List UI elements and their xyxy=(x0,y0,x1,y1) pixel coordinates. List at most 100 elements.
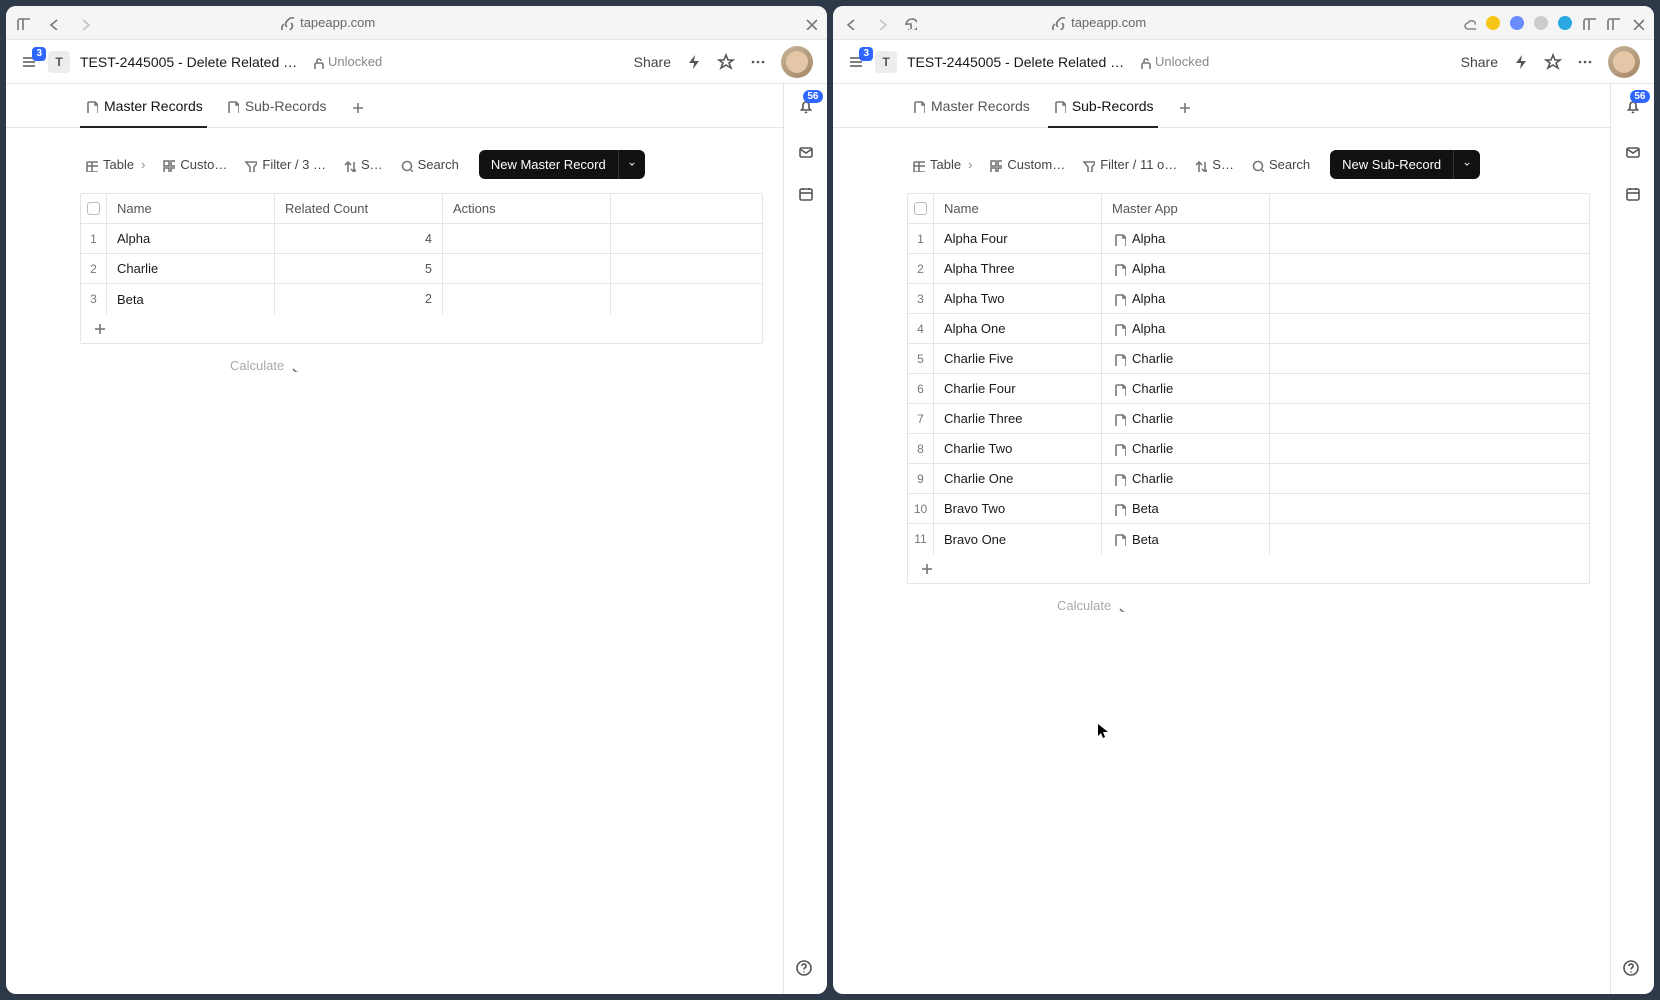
sidebar-toggle-icon[interactable] xyxy=(16,16,30,30)
col-related[interactable]: Related Count xyxy=(275,194,443,223)
notifications-button[interactable]: 56 xyxy=(1624,98,1642,119)
table-row[interactable]: 9Charlie OneCharlie xyxy=(908,464,1589,494)
cell-master[interactable]: Alpha xyxy=(1102,314,1270,343)
table-row[interactable]: 2Alpha ThreeAlpha xyxy=(908,254,1589,284)
app-icon[interactable]: T xyxy=(875,51,897,73)
new-record-dropdown[interactable] xyxy=(1453,150,1480,179)
cell-name[interactable]: Alpha Three xyxy=(934,254,1102,283)
favorite-icon[interactable] xyxy=(1544,53,1562,71)
cell-master[interactable]: Beta xyxy=(1102,524,1270,554)
tab-master-records[interactable]: Master Records xyxy=(84,84,203,127)
sort-button[interactable]: S… xyxy=(1193,157,1234,172)
table-row[interactable]: 8Charlie TwoCharlie xyxy=(908,434,1589,464)
search-button[interactable]: Search xyxy=(399,157,459,172)
tab-sub-records[interactable]: Sub-Records xyxy=(225,84,327,127)
lock-state[interactable]: Unlocked xyxy=(1137,54,1209,69)
inbox-icon[interactable] xyxy=(797,143,815,161)
table-row[interactable]: 7Charlie ThreeCharlie xyxy=(908,404,1589,434)
table-row[interactable]: 2Charlie5 xyxy=(81,254,762,284)
table-row[interactable]: 1Alpha FourAlpha xyxy=(908,224,1589,254)
filter-button[interactable]: Filter / 3 … xyxy=(243,157,326,172)
back-icon[interactable] xyxy=(843,16,857,30)
automations-icon[interactable] xyxy=(1512,53,1530,71)
cell-related[interactable]: 2 xyxy=(275,284,443,314)
cell-name[interactable]: Alpha Four xyxy=(934,224,1102,253)
cell-name[interactable]: Bravo Two xyxy=(934,494,1102,523)
col-master[interactable]: Master App xyxy=(1102,194,1270,223)
customize-button[interactable]: Custom… xyxy=(988,157,1065,172)
cell-name[interactable]: Charlie Two xyxy=(934,434,1102,463)
ext-icon[interactable] xyxy=(1486,16,1500,30)
share-button[interactable]: Share xyxy=(1461,54,1498,70)
tab-sub-records[interactable]: Sub-Records xyxy=(1052,84,1154,127)
add-row[interactable] xyxy=(81,314,762,343)
cell-name[interactable]: Charlie Five xyxy=(934,344,1102,373)
sort-button[interactable]: S… xyxy=(342,157,383,172)
cell-name[interactable]: Charlie Four xyxy=(934,374,1102,403)
automations-icon[interactable] xyxy=(685,53,703,71)
cell-name[interactable]: Alpha xyxy=(107,224,275,253)
menu-button[interactable]: 3 xyxy=(847,53,865,71)
more-icon[interactable] xyxy=(1576,53,1594,71)
select-all-checkbox[interactable] xyxy=(914,202,927,215)
view-table[interactable]: Table xyxy=(84,157,145,172)
ext-icon[interactable] xyxy=(1534,16,1548,30)
sidebar-toggle-icon[interactable] xyxy=(1582,16,1596,30)
cell-master[interactable]: Alpha xyxy=(1102,224,1270,253)
avatar[interactable] xyxy=(1608,46,1640,78)
ext-icon[interactable] xyxy=(1510,16,1524,30)
avatar[interactable] xyxy=(781,46,813,78)
tab-master-records[interactable]: Master Records xyxy=(911,84,1030,127)
search-button[interactable]: Search xyxy=(1250,157,1310,172)
cell-name[interactable]: Charlie One xyxy=(934,464,1102,493)
table-row[interactable]: 10Bravo TwoBeta xyxy=(908,494,1589,524)
add-row[interactable] xyxy=(908,554,1589,583)
table-row[interactable]: 5Charlie FiveCharlie xyxy=(908,344,1589,374)
help-button[interactable] xyxy=(795,959,813,980)
forward-icon[interactable] xyxy=(76,16,90,30)
reload-icon[interactable] xyxy=(903,16,917,30)
cell-master[interactable]: Charlie xyxy=(1102,344,1270,373)
cell-master[interactable]: Beta xyxy=(1102,494,1270,523)
help-button[interactable] xyxy=(1622,959,1640,980)
close-tab-icon[interactable] xyxy=(1630,16,1644,30)
cell-name[interactable]: Charlie Three xyxy=(934,404,1102,433)
cell-master[interactable]: Charlie xyxy=(1102,434,1270,463)
close-tab-icon[interactable] xyxy=(803,16,817,30)
ext-icon[interactable] xyxy=(1558,16,1572,30)
col-name[interactable]: Name xyxy=(934,194,1102,223)
select-all-checkbox[interactable] xyxy=(87,202,100,215)
table-row[interactable]: 6Charlie FourCharlie xyxy=(908,374,1589,404)
cell-master[interactable]: Alpha xyxy=(1102,284,1270,313)
calculate-row[interactable]: Calculate xyxy=(80,344,763,387)
table-row[interactable]: 1Alpha4 xyxy=(81,224,762,254)
inbox-icon[interactable] xyxy=(1624,143,1642,161)
calendar-icon[interactable] xyxy=(1624,185,1642,203)
cloud-icon[interactable] xyxy=(1462,16,1476,30)
cell-name[interactable]: Alpha One xyxy=(934,314,1102,343)
col-actions[interactable]: Actions xyxy=(443,194,611,223)
new-sub-record-button[interactable]: New Sub-Record xyxy=(1330,150,1480,179)
forward-icon[interactable] xyxy=(873,16,887,30)
cell-related[interactable]: 4 xyxy=(275,224,443,253)
notifications-button[interactable]: 56 xyxy=(797,98,815,119)
new-master-record-button[interactable]: New Master Record xyxy=(479,150,645,179)
cell-actions[interactable] xyxy=(443,254,611,283)
customize-button[interactable]: Custo… xyxy=(161,157,227,172)
table-row[interactable]: 3Beta2 xyxy=(81,284,762,314)
cell-name[interactable]: Alpha Two xyxy=(934,284,1102,313)
panels-icon[interactable] xyxy=(1606,16,1620,30)
filter-button[interactable]: Filter / 11 o… xyxy=(1081,157,1177,172)
more-icon[interactable] xyxy=(749,53,767,71)
app-icon[interactable]: T xyxy=(48,51,70,73)
cell-name[interactable]: Charlie xyxy=(107,254,275,283)
tab-add[interactable] xyxy=(349,84,363,127)
cell-related[interactable]: 5 xyxy=(275,254,443,283)
tab-add[interactable] xyxy=(1176,84,1190,127)
table-row[interactable]: 4Alpha OneAlpha xyxy=(908,314,1589,344)
cell-master[interactable]: Charlie xyxy=(1102,464,1270,493)
menu-button[interactable]: 3 xyxy=(20,53,38,71)
favorite-icon[interactable] xyxy=(717,53,735,71)
cell-master[interactable]: Charlie xyxy=(1102,404,1270,433)
cell-name[interactable]: Bravo One xyxy=(934,524,1102,554)
